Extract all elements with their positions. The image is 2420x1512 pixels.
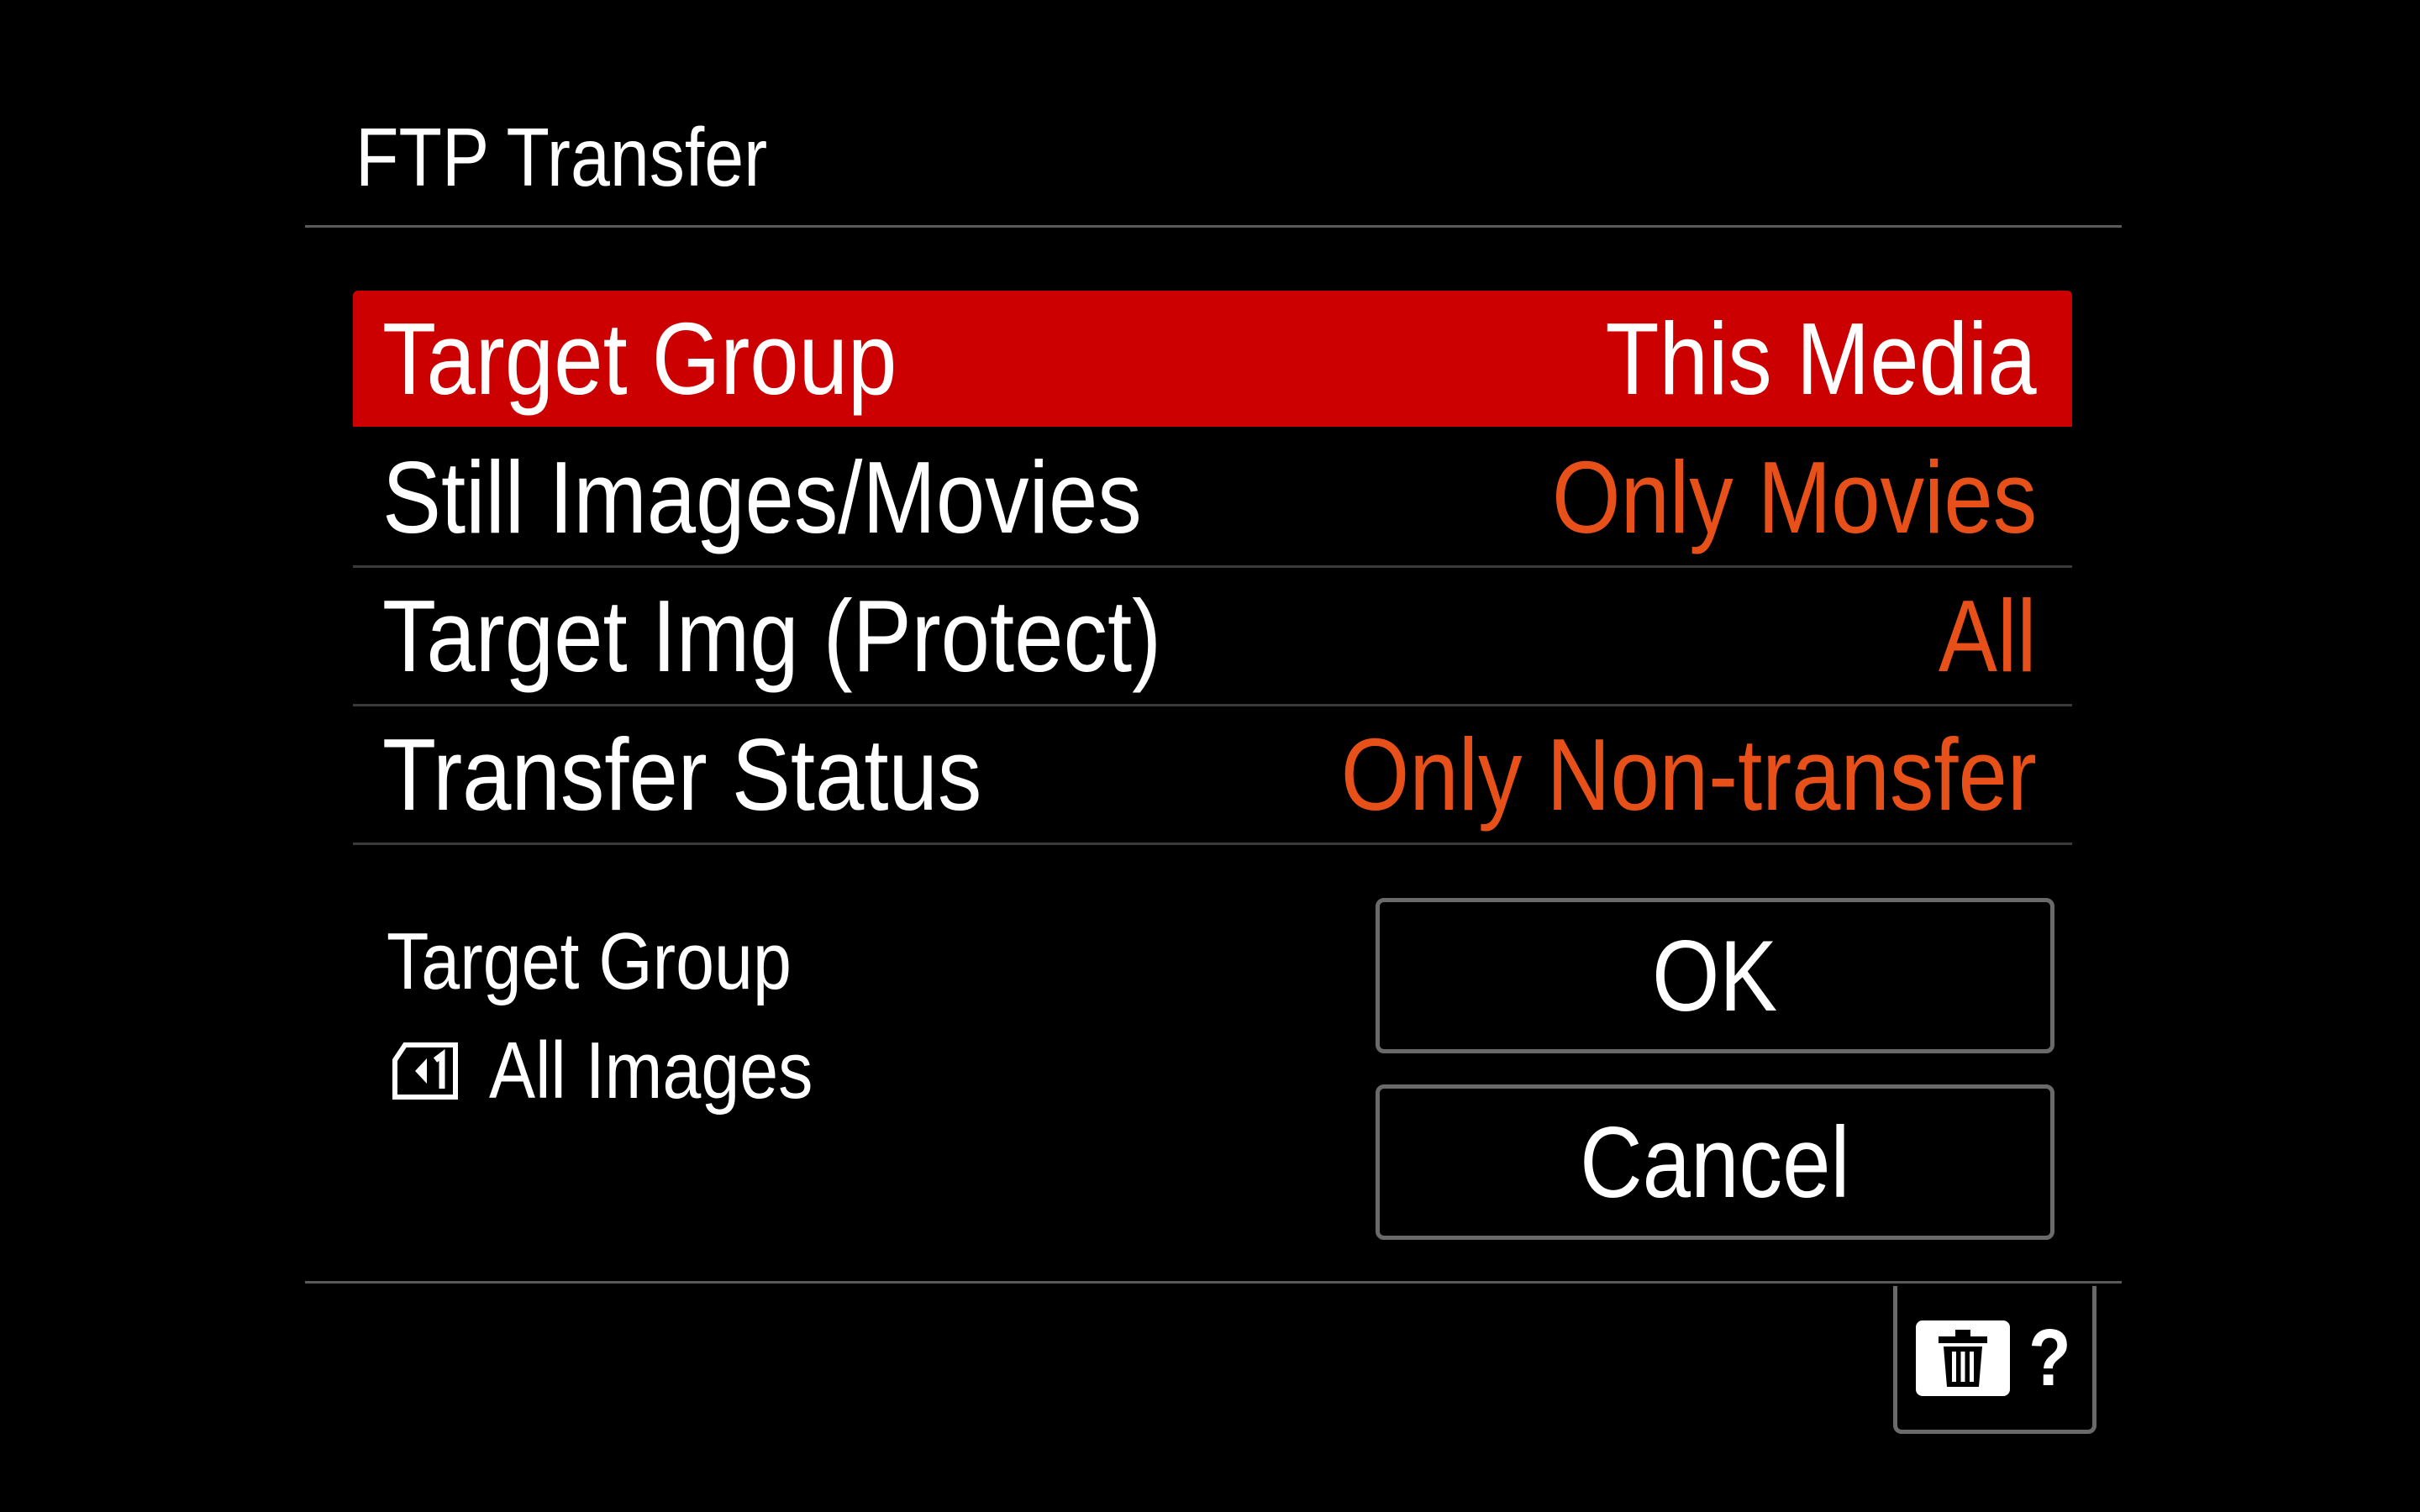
summary-line: All Images: [387, 1025, 865, 1117]
menu-item-value: Only Movies: [1551, 440, 2037, 554]
menu-item-label: Target Img (Protect): [382, 579, 1162, 693]
menu-item-value: Only Non-transfer: [1341, 717, 2037, 832]
menu-item-label: Still Images/Movies: [382, 440, 1142, 554]
ok-button-label: OK: [1652, 919, 1778, 1032]
memory-card-slot-1-icon: [392, 1042, 458, 1100]
menu-item-target-group[interactable]: Target Group This Media: [353, 291, 2072, 427]
trash-icon: [1915, 1320, 2010, 1396]
menu-item-label: Target Group: [382, 302, 897, 416]
target-group-summary: Target Group All Images: [387, 916, 865, 1117]
menu-item-target-img-protect[interactable]: Target Img (Protect) All: [353, 568, 2072, 706]
summary-heading: Target Group: [387, 916, 792, 1006]
page-title: FTP Transfer: [355, 111, 768, 203]
settings-menu: Target Group This Media Still Images/Mov…: [353, 291, 2072, 845]
top-divider: [305, 225, 2122, 228]
bottom-divider: [305, 1281, 2122, 1284]
summary-value: All Images: [489, 1026, 813, 1116]
delete-help-button[interactable]: ?: [1893, 1286, 2096, 1434]
menu-item-value: All: [1939, 579, 2037, 693]
help-icon: ?: [2028, 1312, 2071, 1403]
menu-item-label: Transfer Status: [382, 717, 982, 832]
ok-button[interactable]: OK: [1376, 898, 2054, 1053]
menu-item-still-images-movies[interactable]: Still Images/Movies Only Movies: [353, 429, 2072, 568]
menu-item-transfer-status[interactable]: Transfer Status Only Non-transfer: [353, 706, 2072, 845]
cancel-button[interactable]: Cancel: [1376, 1084, 2054, 1240]
menu-item-value: This Media: [1605, 302, 2037, 416]
cancel-button-label: Cancel: [1580, 1105, 1850, 1219]
